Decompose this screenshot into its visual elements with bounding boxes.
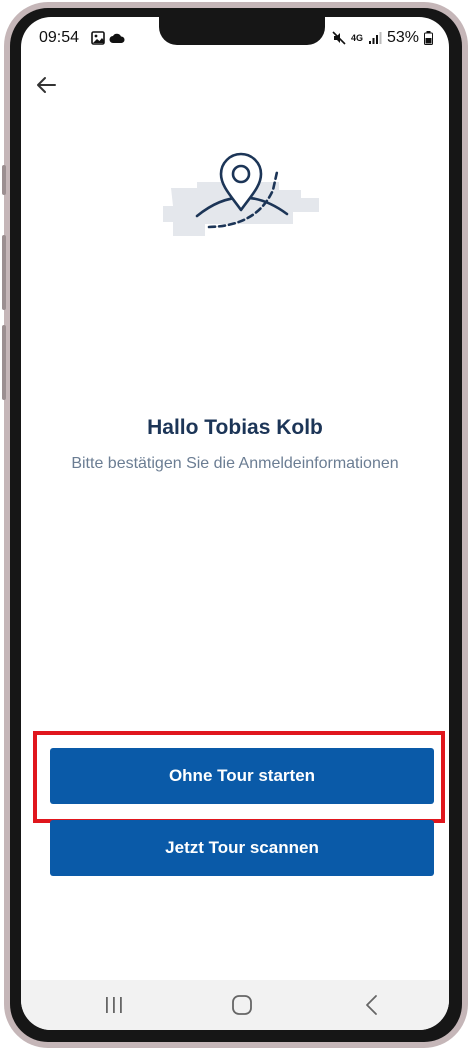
battery-percent: 53%	[386, 29, 419, 46]
status-left-icons	[91, 31, 125, 45]
device-volume-button	[2, 235, 6, 310]
recent-apps-icon	[106, 997, 122, 1013]
recent-apps-button[interactable]	[94, 992, 134, 1018]
home-button[interactable]	[222, 992, 262, 1018]
system-nav-bar	[21, 980, 449, 1030]
phone-screen: 09:54 4G 53% Hallo Tobias Kolb Bitte bes…	[21, 17, 449, 1030]
status-bar: 09:54 4G 53%	[21, 17, 449, 57]
gallery-icon	[91, 31, 105, 45]
status-right-icons: 4G 53%	[332, 29, 433, 47]
battery-icon	[424, 31, 433, 45]
device-power-button	[2, 325, 6, 400]
mute-icon	[332, 31, 346, 45]
cloud-icon	[109, 33, 125, 43]
status-time: 09:54	[39, 29, 80, 46]
greeting-title: Hallo Tobias Kolb	[147, 416, 323, 439]
highlight-box	[33, 731, 445, 823]
camera-notch	[159, 17, 325, 45]
signal-icon	[368, 32, 382, 44]
network-4g-icon: 4G	[350, 32, 363, 43]
arrow-left-icon	[37, 77, 56, 93]
location-illustration	[161, 132, 321, 242]
back-button[interactable]	[31, 69, 63, 101]
credentials-subtitle: Bitte bestätigen Sie die Anmeldeinformat…	[71, 455, 399, 472]
scan-tour-button[interactable]: Jetzt Tour scannen	[50, 820, 434, 876]
home-icon	[232, 995, 252, 1015]
location-pin-map-icon	[163, 152, 319, 236]
device-side-button	[2, 165, 6, 195]
system-back-button[interactable]	[352, 992, 392, 1018]
back-icon	[366, 995, 377, 1015]
